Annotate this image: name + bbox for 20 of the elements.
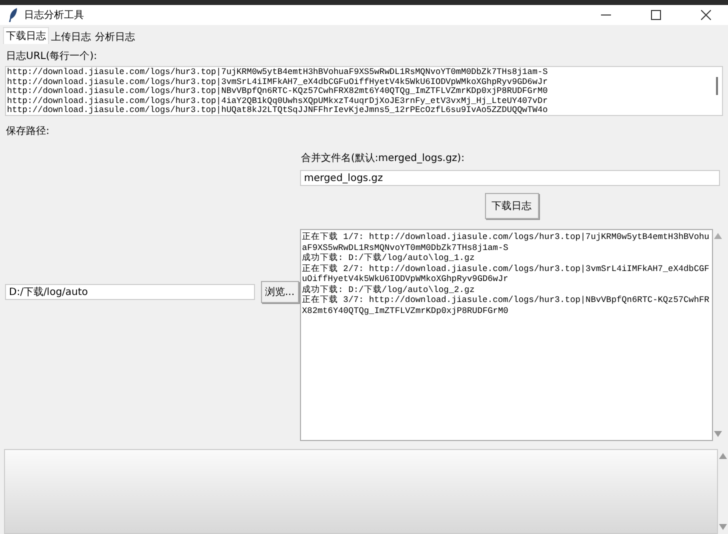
- url-label: 日志URL(每行一个):: [5, 50, 98, 64]
- browse-button[interactable]: 浏览...: [261, 281, 299, 303]
- window-title: 日志分析工具: [24, 8, 84, 22]
- feather-icon: [8, 8, 18, 22]
- scroll-down-icon[interactable]: [714, 431, 722, 437]
- tab[interactable]: 上传日志: [49, 29, 93, 44]
- merge-filename-field[interactable]: merged_logs.gz: [300, 170, 720, 186]
- tab[interactable]: 下载日志: [3, 27, 49, 44]
- scroll-up-icon[interactable]: [714, 233, 722, 239]
- maximize-icon[interactable]: [651, 10, 661, 20]
- log-text-area: 正在下载 1/7: http://download.jiasule.com/logs/hur3.top|7ujKRM0w5ytB4emtH3hBVohu aF9XS5wRwDL1RsMQNvoYT0mM0DbZk7THs8j1am-S 成功下载: D:/下载/log/auto\log_1.gz 正在下载 2/7: http://download.jiasule.com/logs/hur3.top|3vmSrL4iIMFkAH7_eX4dbCGF uOiffHyetV4k5WkU6IODVpWMkoXGhpRyv9GD6wJr 成功下载: D:/下载/log/auto\log_2.gz 正在下载 3/7: http://download.jiasule.com/logs/hur3.top|NBvVBpfQn6RTC-KQz57CwhFR X82mt6Y40QTQg_ImZTFLVZmrKDp0xjP8RUDFGrM0: [300, 229, 713, 441]
- scroll-up-icon[interactable]: [719, 453, 727, 459]
- close-icon[interactable]: [701, 10, 711, 20]
- save-path-label: 保存路径:: [5, 125, 50, 139]
- merge-filename-label: 合并文件名(默认:merged_logs.gz):: [300, 152, 466, 166]
- url-text-area[interactable]: http://download.jiasule.com/logs/hur3.top|7ujKRM0w5ytB4emtH3hBVohuaF9XS5wRwDL1RsMQNvoYT0mM0DbZk7THs8j1am-S http://download.jiasule.com/logs/hur3.top|3vmSrL4iIMFkAH7_eX4dbCGFuOiffHyetV4k5WkU6IODVpWMkoXGhpRyv9GD6wJr http://download.jiasule.com/logs/hur3.top|NBvVBpfQn6RTC-KQz57CwhFRX82mt6Y40QTQg_ImZTFLVZmrKDp0xjP8RUDFGrM0 http://download.jiasule.com/logs/hur3.top|4iaY2QB1kQq0UwhsXQpUMkxzT4uqrDjXoJE3rnFy_etV3vxMj_Hj_LteUY407vDr http://download.jiasule.com/logs/hur3.top|hUQat8kJ2LTQtSqJJNFFhrIevKjeJmns5_12rPEcOzfL6su9IvAo5ZZDUQQwTW4o: [5, 66, 723, 116]
- scroll-down-icon[interactable]: [719, 524, 727, 530]
- tab[interactable]: 分析日志: [93, 29, 137, 44]
- download-button[interactable]: 下载日志: [484, 193, 538, 219]
- save-path-field[interactable]: D:/下载/log/auto: [5, 284, 255, 300]
